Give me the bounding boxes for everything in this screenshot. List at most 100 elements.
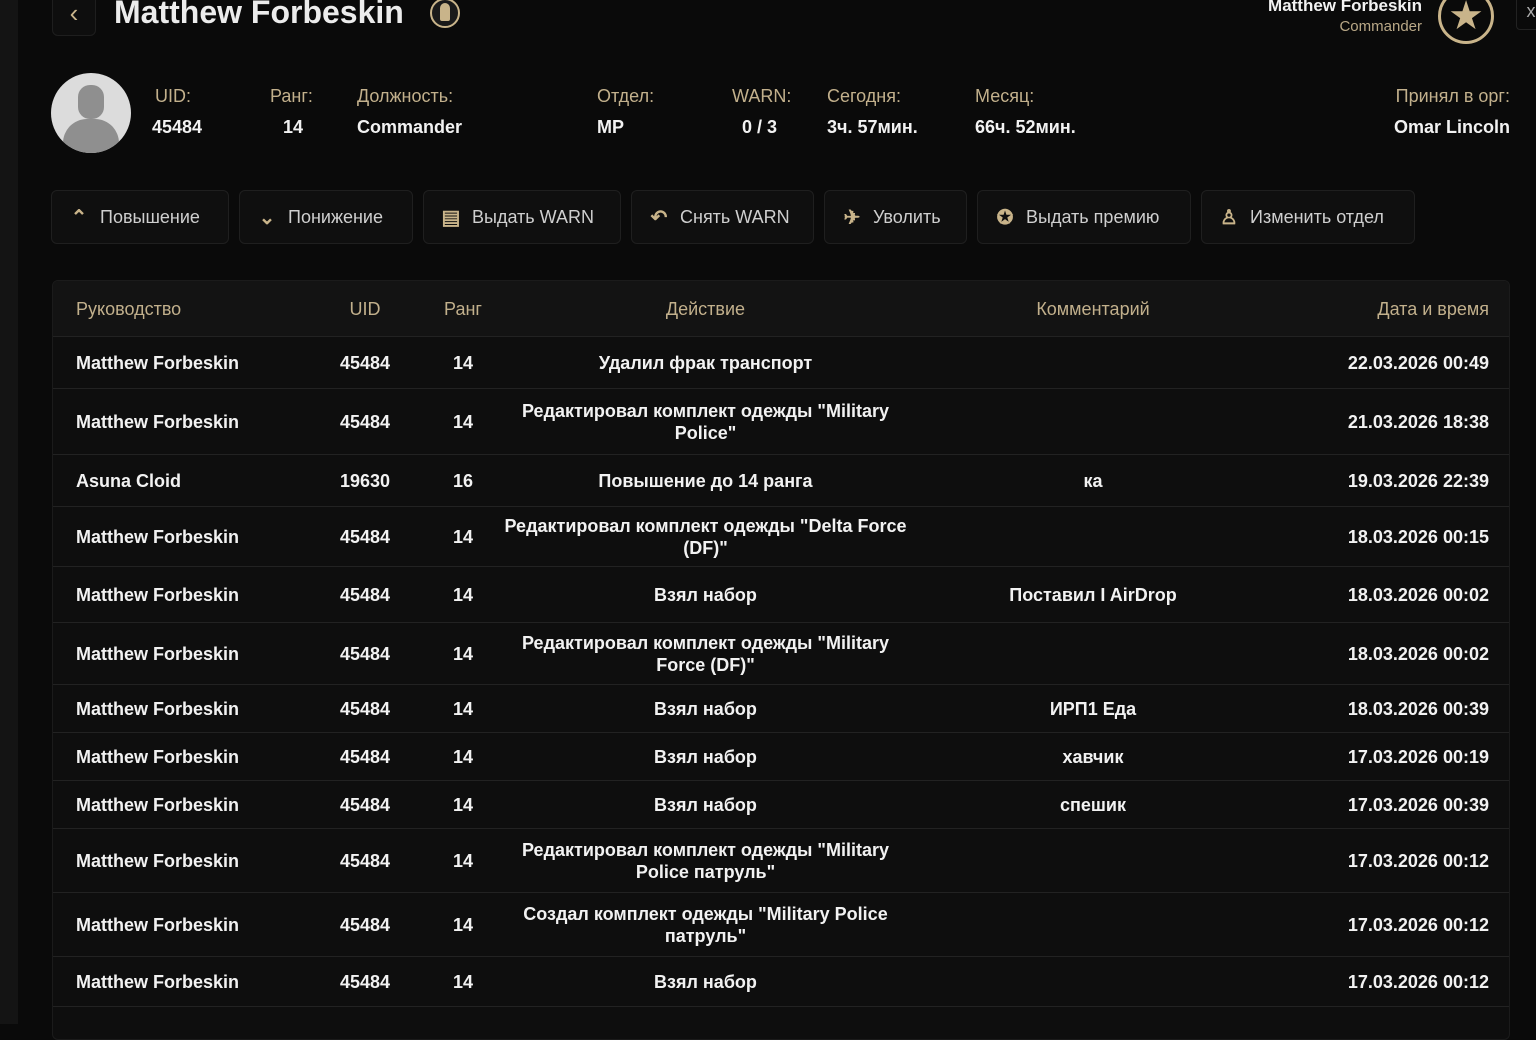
table-row[interactable]: Matthew Forbeskin 45484 14 Редактировал ком… <box>53 507 1509 567</box>
change-dept-button[interactable]: ♙ Изменить отдел <box>1201 190 1415 244</box>
col-header-datetime: Дата и время <box>1377 298 1489 319</box>
cell-leader: Matthew Forbeskin <box>76 971 240 992</box>
cell-action: Редактировал комплект одежды "Military F… <box>522 632 889 675</box>
warn-value: 0 / 3 <box>742 117 778 137</box>
document-warning-icon: ▤ <box>441 206 461 229</box>
table-row[interactable]: Asuna Cloid 19630 16 Повышение до 14 ранга к… <box>53 455 1509 507</box>
position-value: Commander <box>357 117 463 137</box>
table-row[interactable]: Matthew Forbeskin 45484 14 Взял набор ИРП1 Е… <box>53 685 1509 733</box>
today-field: Сегодня: 3ч. 57мин. <box>827 86 918 138</box>
cell-rank: 14 <box>452 850 474 871</box>
dept-value: MP <box>597 117 624 137</box>
org-chart-icon: ♙ <box>1220 206 1238 229</box>
warn-label: WARN: <box>732 86 792 106</box>
col-header-comment: Комментарий <box>1036 298 1150 319</box>
issue-warn-label: Выдать WARN <box>472 206 595 227</box>
remove-warn-button[interactable]: ↶ Снять WARN <box>631 190 814 244</box>
cell-datetime: 17.03.2026 00:39 <box>1347 794 1489 815</box>
remove-warn-label: Снять WARN <box>680 206 790 227</box>
cell-uid: 45484 <box>339 914 391 935</box>
uid-value: 45484 <box>152 117 203 137</box>
cell-action: Взял набор <box>654 746 757 767</box>
cell-action: Взял набор <box>654 584 757 605</box>
table-row[interactable]: Matthew Forbeskin 45484 14 Редактировал ком… <box>53 829 1509 893</box>
close-button[interactable]: x <box>1516 0 1536 30</box>
col-header-leader: Руководство <box>76 298 182 319</box>
month-field: Месяц: 66ч. 52мин. <box>975 86 1076 138</box>
cell-rank: 14 <box>452 971 474 992</box>
cell-uid: 45484 <box>339 411 391 432</box>
col-header-rank: Ранг <box>444 298 482 319</box>
col-header-action: Действие <box>665 298 746 319</box>
cell-leader: Matthew Forbeskin <box>76 411 240 432</box>
cell-leader: Matthew Forbeskin <box>76 643 240 664</box>
demote-button[interactable]: ⌄ Понижение <box>239 190 413 244</box>
table-row[interactable]: Matthew Forbeskin 45484 14 Редактировал ком… <box>53 623 1509 685</box>
cell-comment: Поставил I AirDrop <box>1009 584 1177 605</box>
undo-icon: ↶ <box>650 206 668 229</box>
dismiss-label: Уволить <box>873 206 941 227</box>
cell-datetime: 18.03.2026 00:02 <box>1347 643 1489 664</box>
demote-label: Понижение <box>288 206 384 227</box>
cell-leader: Matthew Forbeskin <box>76 526 240 547</box>
cell-action: Удалил фрак транспорт <box>598 352 813 373</box>
table-row[interactable]: Matthew Forbeskin 45484 14 Редактировал ком… <box>53 389 1509 455</box>
chevron-down-icon: ⌄ <box>258 206 276 229</box>
give-bonus-button[interactable]: ✪ Выдать премию <box>977 190 1191 244</box>
chevron-left-icon: ‹ <box>69 0 79 28</box>
cell-comment: спешик <box>1060 794 1126 815</box>
cell-action: Редактировал комплект одежды "Delta Forc… <box>504 515 907 558</box>
cell-uid: 45484 <box>339 643 391 664</box>
cell-action: Редактировал комплект одежды "Military P… <box>522 400 889 443</box>
position-field: Должность: Commander <box>357 86 462 138</box>
table-row[interactable]: Matthew Forbeskin 45484 14 Удалил фрак тран… <box>53 337 1509 389</box>
today-value: 3ч. 57мин. <box>827 117 918 137</box>
dismiss-person-icon: ✈ <box>843 206 861 229</box>
give-bonus-label: Выдать премию <box>1026 206 1160 227</box>
cell-datetime: 21.03.2026 18:38 <box>1347 411 1489 432</box>
table-row[interactable]: Matthew Forbeskin 45484 14 Создал комплект … <box>53 893 1509 957</box>
cell-leader: Matthew Forbeskin <box>76 914 240 935</box>
table-row[interactable]: Matthew Forbeskin 45484 14 Взял набор спешик… <box>53 781 1509 829</box>
cell-rank: 14 <box>452 794 474 815</box>
cell-action: Взял набор <box>654 698 757 719</box>
cell-leader: Matthew Forbeskin <box>76 850 240 871</box>
cell-action: Взял набор <box>654 794 757 815</box>
cell-comment: ИРП1 Еда <box>1049 698 1137 719</box>
cell-action: Редактировал комплект одежды "Military P… <box>522 839 889 882</box>
table-row[interactable]: Matthew Forbeskin 45484 14 Взял набор Постав… <box>53 567 1509 623</box>
table-row[interactable]: Matthew Forbeskin 45484 14 Взял набор 17.03.… <box>53 957 1509 1007</box>
action-log-table: Руководство UID Ранг Действие Комментари… <box>52 280 1510 1040</box>
back-button[interactable]: ‹ <box>52 0 96 36</box>
cell-comment: хавчик <box>1062 746 1124 767</box>
issue-warn-button[interactable]: ▤ Выдать WARN <box>423 190 621 244</box>
cell-datetime: 18.03.2026 00:15 <box>1347 526 1489 547</box>
cell-datetime: 19.03.2026 22:39 <box>1347 470 1489 491</box>
cell-rank: 14 <box>452 698 474 719</box>
dept-label: Отдел: <box>597 86 655 106</box>
cell-leader: Matthew Forbeskin <box>76 584 240 605</box>
cell-action: Создал комплект одежды "Military Police … <box>523 903 888 946</box>
cell-leader: Matthew Forbeskin <box>76 746 240 767</box>
cell-rank: 14 <box>452 352 474 373</box>
col-header-uid: UID <box>349 298 381 319</box>
table-row[interactable]: Matthew Forbeskin 45484 14 Взял набор хавчик… <box>53 733 1509 781</box>
cell-uid: 19630 <box>339 470 391 491</box>
rank-label: Ранг: <box>270 86 313 106</box>
cell-rank: 14 <box>452 643 474 664</box>
position-label: Должность: <box>357 86 454 106</box>
warn-field: WARN: 0 / 3 <box>732 86 791 138</box>
cell-rank: 14 <box>452 746 474 767</box>
person-icon <box>430 0 460 28</box>
cell-uid: 45484 <box>339 746 391 767</box>
avatar <box>51 73 131 153</box>
cell-rank: 14 <box>452 584 474 605</box>
star-emblem-icon: ★ <box>1438 0 1494 44</box>
cell-rank: 14 <box>452 914 474 935</box>
cell-rank: 14 <box>452 526 474 547</box>
promote-button[interactable]: ⌃ Повышение <box>51 190 229 244</box>
cell-leader: Asuna Cloid <box>76 470 182 491</box>
rank-value: 14 <box>283 117 304 137</box>
dismiss-button[interactable]: ✈ Уволить <box>824 190 967 244</box>
cell-leader: Matthew Forbeskin <box>76 794 240 815</box>
